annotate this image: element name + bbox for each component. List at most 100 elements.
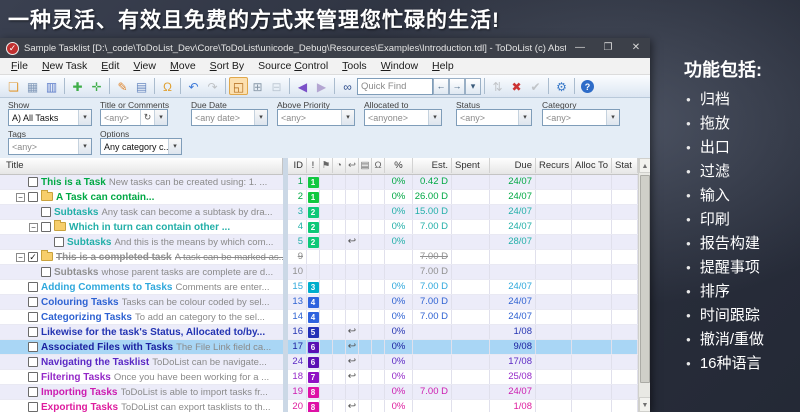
column-header-title[interactable]: Title <box>0 158 283 175</box>
find-next-icon[interactable]: → <box>449 77 465 95</box>
task-row[interactable]: Colouring Tasks Tasks can be colour coded… <box>0 295 283 310</box>
column-header-clock-icon[interactable]: ◔ <box>333 158 346 173</box>
undo-icon[interactable]: ↶ <box>184 77 203 95</box>
task-attributes-row[interactable]: 5 2 ↩ 0% 28/07 <box>288 235 638 250</box>
task-row[interactable]: Adding Comments to Tasks Comments are ent… <box>0 280 283 295</box>
menu-window[interactable]: Window <box>374 58 425 74</box>
task-attributes-row[interactable]: 10 7.00 D <box>288 265 638 280</box>
column-header-id[interactable]: ID <box>288 158 307 173</box>
new-subtask-icon[interactable]: ✛ <box>87 77 106 95</box>
chevron-down-icon[interactable]: ▾ <box>78 110 91 125</box>
filter-due-date-dropdown[interactable]: <any date> ▾ <box>191 109 268 126</box>
menu-tools[interactable]: Tools <box>335 58 374 74</box>
new-task-icon[interactable]: ✚ <box>68 77 87 95</box>
filter-show-dropdown[interactable]: A) All Tasks ▾ <box>8 109 92 126</box>
filter-category-dropdown[interactable]: <any> ▾ <box>542 109 620 126</box>
task-attributes-row[interactable]: 13 4 0% 7.00 D 24/07 <box>288 295 638 310</box>
task-checkbox[interactable] <box>28 192 38 202</box>
column-header-status[interactable]: Stat <box>612 158 638 173</box>
chevron-down-icon[interactable]: ▾ <box>78 139 91 154</box>
expand-collapse-icon[interactable] <box>16 252 25 262</box>
filter-tags-dropdown[interactable]: <any> ▾ <box>8 138 92 155</box>
task-checkbox[interactable] <box>28 402 38 412</box>
menu-source-control[interactable]: Source Control <box>251 58 335 74</box>
task-checkbox[interactable] <box>28 342 38 352</box>
menu-edit[interactable]: Edit <box>94 58 126 74</box>
scrollbar-thumb[interactable] <box>640 175 650 383</box>
column-header-reminder-bell-icon[interactable]: Ω <box>372 158 385 173</box>
menu-view[interactable]: View <box>126 58 163 74</box>
task-checkbox[interactable] <box>28 297 38 307</box>
column-header-due[interactable]: Due <box>490 158 536 173</box>
task-checkbox[interactable] <box>28 327 38 337</box>
spellcheck-icon[interactable]: ✔ <box>526 77 545 95</box>
filter-status-dropdown[interactable]: <any> ▾ <box>456 109 532 126</box>
chevron-down-icon[interactable]: ▾ <box>428 110 441 125</box>
task-attributes-row[interactable]: 2 1 0% 26.00 D 24/07 <box>288 190 638 205</box>
column-header-recurs[interactable]: Recurs <box>536 158 572 173</box>
task-row[interactable]: Navigating the Tasklist ToDoList can be n… <box>0 355 283 370</box>
task-attributes-row[interactable]: 3 2 0% 15.00 D 24/07 <box>288 205 638 220</box>
save-icon[interactable]: ▦ <box>23 77 42 95</box>
task-row[interactable]: Subtasks whose parent tasks are complete … <box>0 265 283 280</box>
menu-file[interactable]: File <box>4 58 35 74</box>
help-icon[interactable]: ? <box>581 79 594 93</box>
task-checkbox[interactable] <box>41 222 51 232</box>
expand-collapse-icon[interactable] <box>16 192 25 202</box>
task-row[interactable]: Which in turn can contain other ... <box>0 220 283 235</box>
task-row[interactable]: This is a completed taskA task can be ma… <box>0 250 283 265</box>
delete-task-icon[interactable]: ✖ <box>507 77 526 95</box>
previous-task-icon[interactable]: ◀ <box>293 77 312 95</box>
quick-find-dropdown-icon[interactable]: ▾ <box>465 77 481 95</box>
column-header-file-link-icon[interactable]: ▤ <box>359 158 372 173</box>
task-checkbox[interactable] <box>28 282 38 292</box>
task-checkbox[interactable] <box>28 312 38 322</box>
task-row[interactable]: Associated Files with Tasks The File Link… <box>0 340 283 355</box>
collapse-tasks-icon[interactable]: ⊟ <box>267 77 286 95</box>
next-task-icon[interactable]: ▶ <box>312 77 331 95</box>
task-checkbox[interactable] <box>28 252 38 262</box>
task-checkbox[interactable] <box>28 387 38 397</box>
column-header-alloc-to[interactable]: Alloc To <box>572 158 612 173</box>
menu-new-task[interactable]: New Task <box>35 58 94 74</box>
task-checkbox[interactable] <box>28 177 38 187</box>
chevron-down-icon[interactable]: ▾ <box>154 110 167 125</box>
scroll-down-icon[interactable] <box>639 397 650 412</box>
task-attributes-row[interactable]: 24 6 ↩ 0% 17/08 <box>288 355 638 370</box>
task-checkbox[interactable] <box>54 237 64 247</box>
task-attributes-row[interactable]: 14 4 0% 7.00 D 24/07 <box>288 310 638 325</box>
chevron-down-icon[interactable]: ▾ <box>341 110 354 125</box>
task-row[interactable]: A Task can contain... <box>0 190 283 205</box>
task-row[interactable]: Subtasks Any task can become a subtask by… <box>0 205 283 220</box>
task-row[interactable]: Subtasks And this is the means by which c… <box>0 235 283 250</box>
edit-task-icon[interactable]: ✎ <box>113 77 132 95</box>
redo-icon[interactable]: ↷ <box>203 77 222 95</box>
chevron-down-icon[interactable]: ▾ <box>254 110 267 125</box>
task-attributes-row[interactable]: 20 8 ↩ 0% 1/08 <box>288 400 638 412</box>
minimize-button[interactable]: — <box>566 38 594 58</box>
column-header-percent[interactable]: % <box>385 158 413 173</box>
chevron-down-icon[interactable]: ▾ <box>518 110 531 125</box>
task-attributes-row[interactable]: 1 1 0% 0.42 D 24/07 <box>288 175 638 190</box>
chevron-down-icon[interactable]: ▾ <box>168 139 181 154</box>
task-row[interactable]: Exporting Tasks ToDoList can export taskl… <box>0 400 283 412</box>
task-row[interactable]: Categorizing Tasks To add an category to … <box>0 310 283 325</box>
vertical-scrollbar[interactable] <box>638 158 650 412</box>
task-row[interactable]: Importing Tasks ToDoList is able to impor… <box>0 385 283 400</box>
quick-find-input[interactable] <box>357 77 433 95</box>
reminder-bell-icon[interactable]: Ω <box>158 77 177 95</box>
filter-options-dropdown[interactable]: Any category c... ▾ <box>100 138 182 155</box>
expand-collapse-icon[interactable] <box>29 222 38 232</box>
find-previous-icon[interactable]: ← <box>433 77 449 95</box>
menu-help[interactable]: Help <box>425 58 461 74</box>
find-tasks-icon[interactable]: ∞ <box>338 77 357 95</box>
task-attributes-row[interactable]: 17 6 ↩ 0% 9/08 <box>288 340 638 355</box>
sort-icon[interactable]: ⇅ <box>488 77 507 95</box>
menu-sort-by[interactable]: Sort By <box>203 58 251 74</box>
close-button[interactable]: ✕ <box>622 38 650 58</box>
save-all-icon[interactable]: ▥ <box>42 77 61 95</box>
filter-above-priority-dropdown[interactable]: <any> ▾ <box>277 109 355 126</box>
column-header-recurrence-icon[interactable]: ↩ <box>346 158 359 173</box>
column-header-spent[interactable]: Spent <box>452 158 490 173</box>
task-attributes-row[interactable]: 9 7.00 D <box>288 250 638 265</box>
